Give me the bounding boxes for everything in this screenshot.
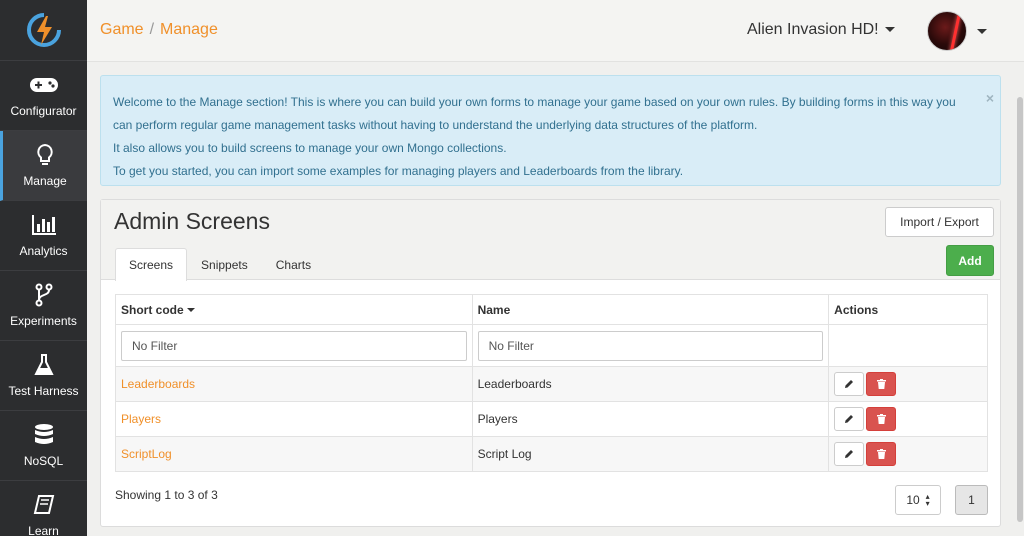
sidebar-item-analytics[interactable]: Analytics — [0, 201, 87, 271]
breadcrumb-current: Manage — [160, 21, 218, 38]
avatar — [927, 11, 967, 51]
trash-icon — [876, 414, 886, 424]
page-size-value: 10 — [906, 493, 920, 507]
alert-line: It also allows you to build screens to m… — [113, 141, 507, 155]
filter-row — [115, 324, 988, 367]
game-selector-dropdown[interactable]: Alien Invasion HD! — [747, 21, 895, 39]
short-code-link[interactable]: ScriptLog — [121, 447, 172, 461]
bar-chart-icon — [31, 213, 57, 237]
short-code-cell: ScriptLog — [115, 436, 473, 472]
top-header: Game / Manage Alien Invasion HD! — [87, 0, 1024, 62]
actions-cell — [828, 401, 988, 437]
lightbulb-icon — [36, 143, 54, 167]
sidebar: Configurator Manage Analytics Experiment… — [0, 0, 87, 536]
sort-desc-icon — [186, 308, 195, 313]
column-header-name: Name — [471, 294, 830, 325]
sidebar-item-label: Learn — [28, 524, 59, 536]
trash-icon — [876, 449, 886, 459]
tab-snippets[interactable]: Snippets — [187, 248, 262, 280]
game-name: Alien Invasion HD! — [747, 21, 879, 38]
sidebar-item-experiments[interactable]: Experiments — [0, 271, 87, 341]
breadcrumb: Game / Manage — [100, 21, 218, 39]
scrollbar-thumb[interactable] — [1017, 97, 1023, 522]
sidebar-item-label: Configurator — [10, 104, 77, 118]
name-cell: Leaderboards — [471, 366, 830, 402]
filter-cell — [828, 324, 988, 367]
name-filter-input[interactable] — [477, 330, 824, 361]
breadcrumb-separator: / — [149, 21, 155, 38]
showing-count-text: Showing 1 to 3 of 3 — [115, 488, 218, 502]
branch-icon — [35, 283, 53, 307]
gamepad-icon — [29, 73, 59, 97]
info-alert: Welcome to the Manage section! This is w… — [100, 75, 1001, 186]
pencil-icon — [845, 380, 854, 388]
tab-bar: Screens Snippets Charts — [115, 248, 325, 281]
short-code-filter-input[interactable] — [121, 330, 467, 361]
sidebar-item-nosql[interactable]: NoSQL — [0, 411, 87, 481]
page-size-select[interactable]: 10 ▴ ▾ — [895, 485, 941, 515]
flask-icon — [33, 353, 54, 377]
pencil-icon — [845, 415, 854, 423]
app-logo[interactable] — [0, 0, 87, 61]
name-cell: Players — [471, 401, 830, 437]
actions-cell — [828, 366, 988, 402]
alert-line: Welcome to the Manage section! This is w… — [113, 95, 956, 132]
actions-cell — [828, 436, 988, 472]
close-icon[interactable]: × — [986, 90, 994, 106]
import-export-button[interactable]: Import / Export — [885, 207, 994, 237]
edit-button[interactable] — [834, 372, 865, 396]
delete-button[interactable] — [866, 407, 897, 431]
admin-screens-table: Short code Name Actions Leaderboards Lea… — [115, 294, 988, 472]
sidebar-item-label: Test Harness — [8, 384, 79, 398]
edit-button[interactable] — [834, 442, 865, 466]
chevron-down-icon — [977, 28, 987, 34]
panel-title: Admin Screens — [114, 208, 270, 234]
add-button[interactable]: Add — [946, 245, 994, 276]
short-code-link[interactable]: Players — [121, 412, 161, 426]
trash-icon — [876, 379, 886, 389]
short-code-link[interactable]: Leaderboards — [121, 377, 195, 391]
sidebar-item-manage[interactable]: Manage — [0, 131, 87, 201]
admin-screens-panel: Admin Screens Import / Export Add Screen… — [100, 199, 1001, 527]
alert-line: To get you started, you can import some … — [113, 164, 684, 178]
user-menu[interactable] — [927, 11, 987, 51]
column-header-actions: Actions — [828, 294, 988, 325]
page-button-current[interactable]: 1 — [955, 485, 988, 515]
table-row: Players Players — [115, 401, 988, 437]
breadcrumb-game-link[interactable]: Game — [100, 21, 144, 38]
edit-button[interactable] — [834, 407, 865, 431]
sidebar-item-learn[interactable]: Learn — [0, 481, 87, 536]
table-row: Leaderboards Leaderboards — [115, 366, 988, 402]
sidebar-item-test-harness[interactable]: Test Harness — [0, 341, 87, 411]
sidebar-item-label: NoSQL — [23, 454, 64, 468]
chevron-down-icon — [884, 27, 895, 33]
filter-cell — [115, 324, 473, 367]
delete-button[interactable] — [866, 442, 897, 466]
filter-cell — [471, 324, 830, 367]
sidebar-item-label: Manage — [23, 174, 67, 188]
panel-header: Admin Screens Import / Export Add Screen… — [101, 200, 1000, 281]
bolt-logo-icon — [26, 13, 61, 47]
sort-arrows-icon: ▴ ▾ — [925, 492, 930, 508]
column-header-short-code[interactable]: Short code — [115, 294, 473, 325]
table-row: ScriptLog Script Log — [115, 436, 988, 472]
book-icon — [33, 493, 55, 517]
short-code-cell: Leaderboards — [115, 366, 473, 402]
column-header-label: Short code — [121, 302, 184, 317]
sidebar-item-label: Experiments — [10, 314, 77, 328]
name-cell: Script Log — [471, 436, 830, 472]
table-header-row: Short code Name Actions — [115, 294, 988, 325]
tab-charts[interactable]: Charts — [262, 248, 325, 280]
short-code-cell: Players — [115, 401, 473, 437]
tab-screens[interactable]: Screens — [115, 248, 188, 281]
sidebar-item-configurator[interactable]: Configurator — [0, 61, 87, 131]
delete-button[interactable] — [866, 372, 897, 396]
page-scrollbar[interactable] — [1015, 62, 1024, 522]
database-icon — [33, 423, 55, 447]
sidebar-item-label: Analytics — [19, 244, 68, 258]
pencil-icon — [845, 450, 854, 458]
